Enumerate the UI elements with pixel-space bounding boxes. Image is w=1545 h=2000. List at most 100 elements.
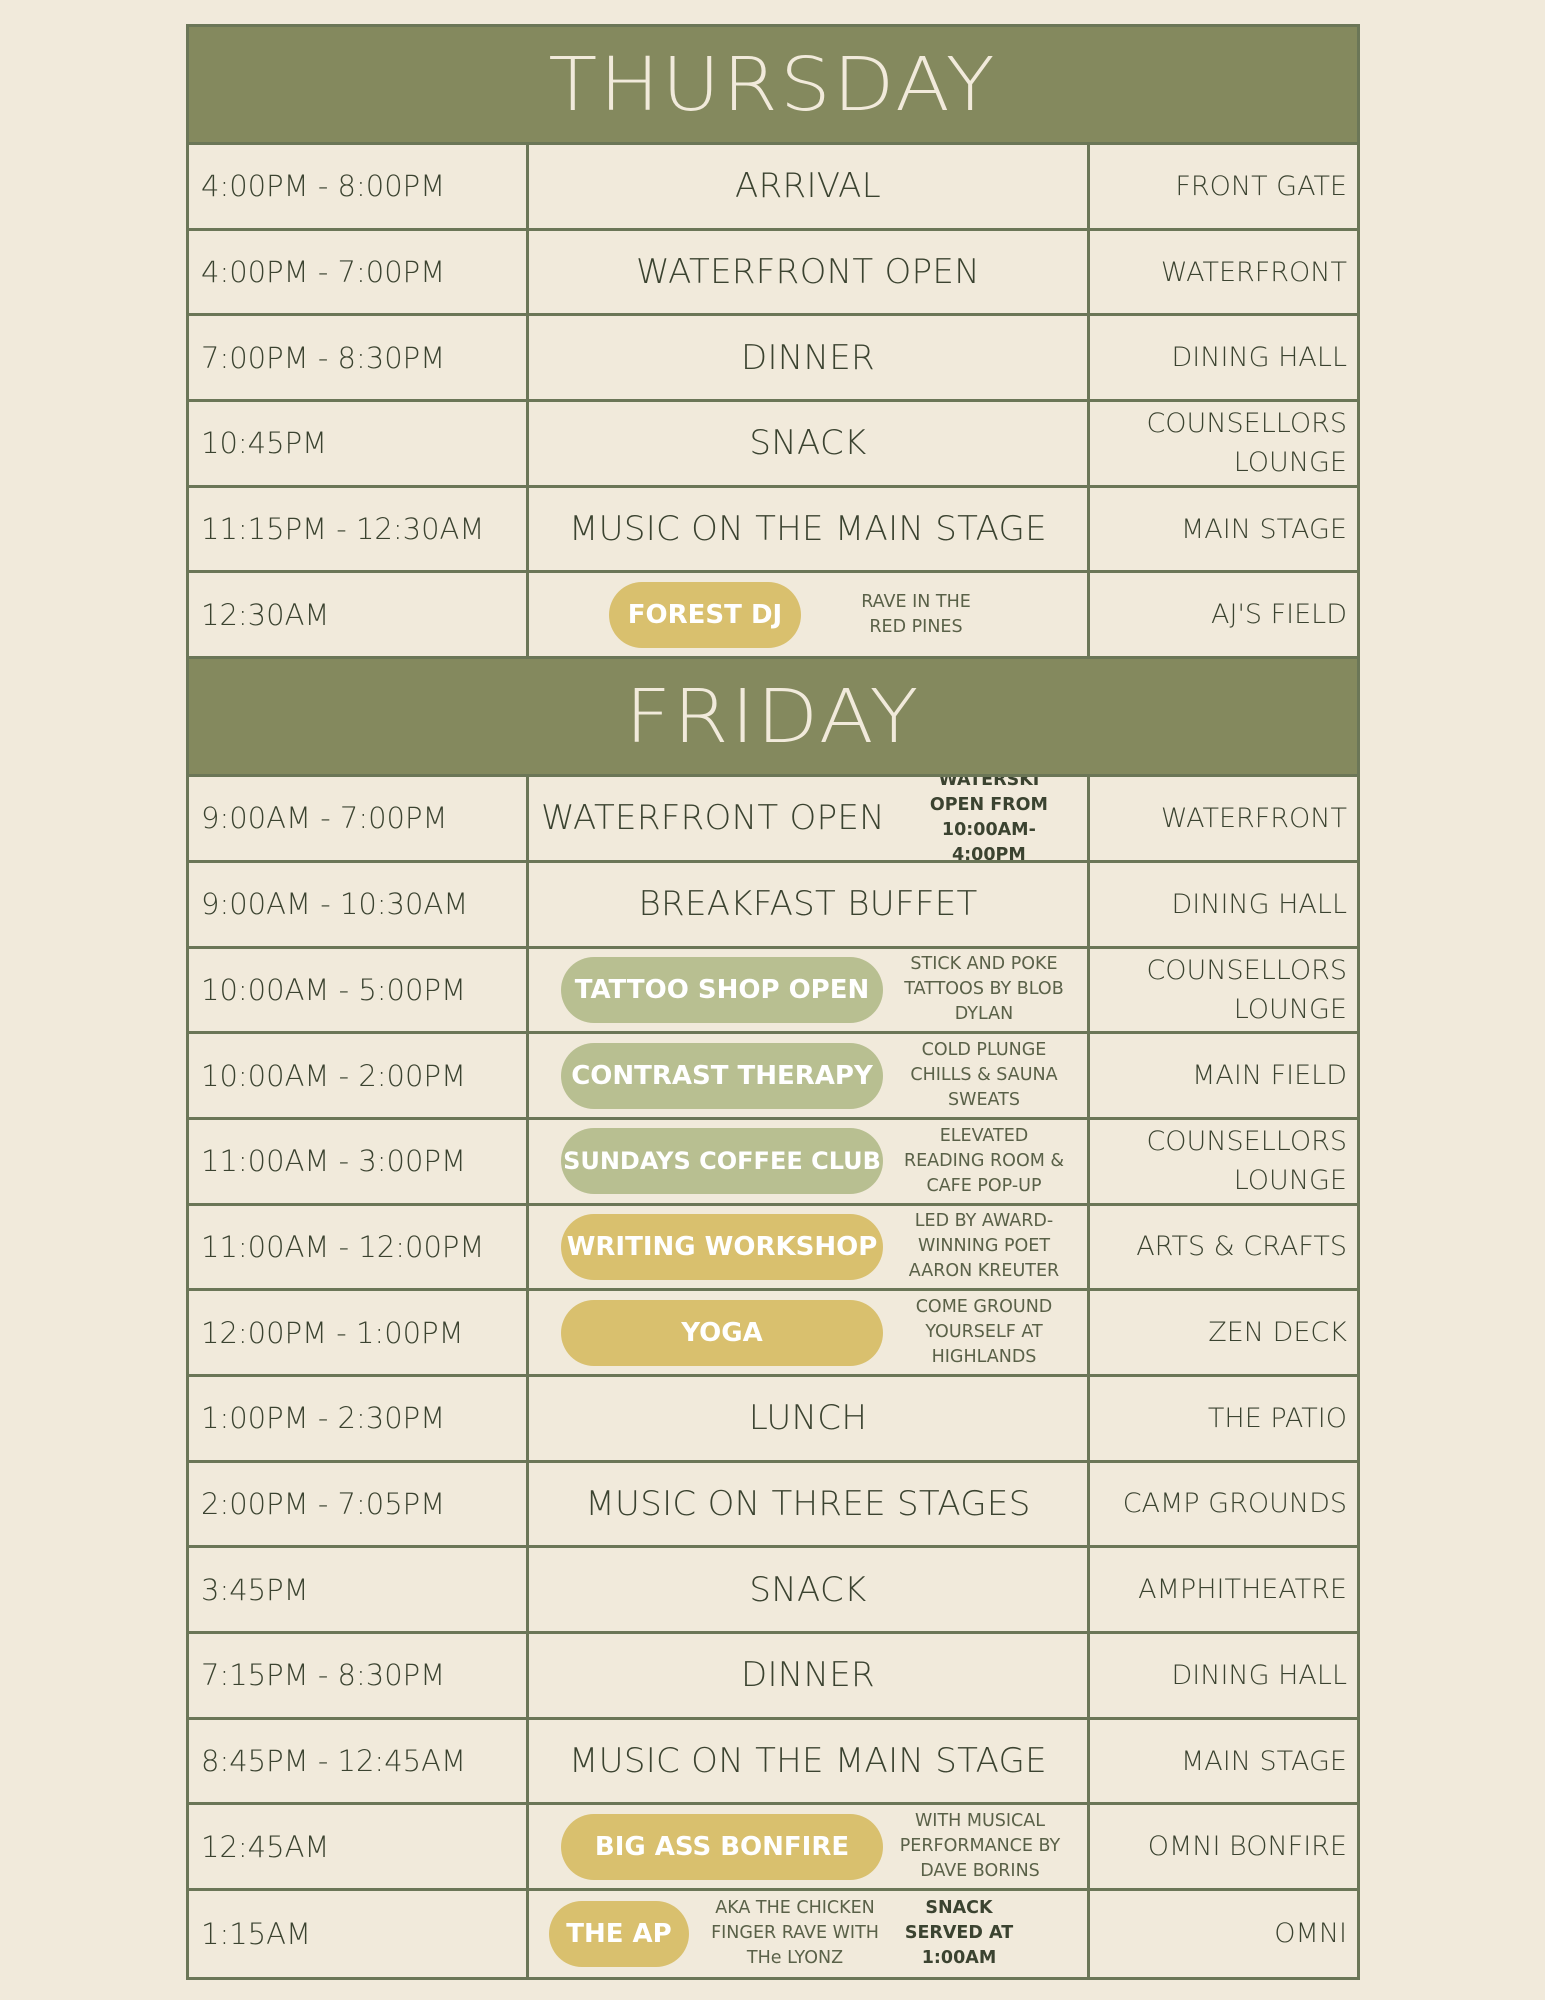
event-note: LED BY AWARD-WINNING POET AARON KREUTER (908, 1211, 1060, 1282)
location-cell: OMNI (1274, 1918, 1347, 1950)
location-cell: OMNI BONFIRE (1147, 1831, 1347, 1863)
event-name: MUSIC ON THE MAIN STAGE (569, 1741, 1047, 1782)
location-cell: COUNSELLORS LOUNGE (1090, 1120, 1357, 1203)
location-cell: DINING HALL (1171, 1659, 1347, 1691)
location-cell: WATERFRONT (1160, 256, 1347, 288)
location-cell: MAIN FIELD (1192, 1060, 1347, 1092)
time-cell: 2:00PM - 7:05PM (189, 1462, 529, 1546)
event-pill: SUNDAYS COFFEE CLUB (561, 1128, 883, 1195)
event-pill: YOGA (561, 1299, 883, 1366)
event-cell: THE AP AKA THE CHICKEN FINGER RAVE WITH … (529, 1891, 1090, 1977)
schedule-row: 1:15AM THE AP AKA THE CHICKEN FINGER RAV… (189, 1891, 1357, 1977)
schedule-row: 12:30AM FOREST DJ RAVE IN THE RED PINES … (189, 573, 1357, 660)
location-cell: COUNSELLORS LOUNGE (1090, 402, 1357, 485)
schedule-row: 11:00AM - 12:00PM WRITING WORKSHOP LED B… (189, 1205, 1357, 1292)
schedule-row: 1:00PM - 2:30PM LUNCH THE PATIO (189, 1376, 1357, 1463)
event-cell: BIG ASS BONFIRE WITH MUSICAL PERFORMANCE… (529, 1805, 1090, 1889)
event-name: SNACK (749, 423, 867, 464)
time-cell: 11:00AM - 12:00PM (189, 1205, 529, 1289)
event-note: COLD PLUNGE CHILLS & SAUNA SWEATS (910, 1040, 1058, 1111)
event-name: DINNER (741, 337, 875, 378)
time-cell: 10:45PM (189, 402, 529, 485)
time-cell: 4:00PM - 8:00PM (189, 145, 529, 228)
location-cell: COUNSELLORS LOUNGE (1090, 949, 1357, 1032)
event-note: ELEVATED READING ROOM & CAFE POP-UP (903, 1125, 1065, 1196)
time-cell: 11:15PM - 12:30AM (189, 487, 529, 571)
event-cell: SUNDAYS COFFEE CLUB ELEVATED READING ROO… (529, 1119, 1090, 1203)
event-note: COME GROUND YOURSELF AT HIGHLANDS (915, 1297, 1053, 1368)
event-cell: ARRIVAL (529, 145, 1090, 228)
schedule-row: 11:00AM - 3:00PM SUNDAYS COFFEE CLUB ELE… (189, 1119, 1357, 1206)
event-cell: FOREST DJ RAVE IN THE RED PINES (529, 573, 1090, 657)
schedule-row: 2:00PM - 7:05PM MUSIC ON THREE STAGES CA… (189, 1462, 1357, 1549)
location-cell: WATERFRONT (1160, 802, 1347, 834)
location-cell: MAIN STAGE (1180, 513, 1347, 545)
schedule-table: THURSDAY 4:00PM - 8:00PM ARRIVAL FRONT G… (186, 24, 1360, 1980)
event-cell: SNACK (529, 1548, 1090, 1631)
event-name: ARRIVAL (735, 166, 881, 207)
location-cell: ZEN DECK (1208, 1317, 1347, 1349)
schedule-row: 7:15PM - 8:30PM DINNER DINING HALL (189, 1634, 1357, 1720)
time-cell: 7:00PM - 8:30PM (189, 316, 529, 400)
event-name: MUSIC ON THREE STAGES (585, 1483, 1031, 1524)
event-cell: DINNER (529, 1634, 1090, 1717)
schedule-row: 12:45AM BIG ASS BONFIRE WITH MUSICAL PER… (189, 1805, 1357, 1892)
day-title: FRIDAY (625, 673, 921, 760)
event-note: STICK AND POKE TATTOOS BY BLOB DYLAN (904, 954, 1064, 1025)
event-cell: WATERFRONT OPEN (529, 230, 1090, 314)
time-cell: 11:00AM - 3:00PM (189, 1119, 529, 1203)
location-cell: AMPHITHEATRE (1138, 1574, 1347, 1606)
time-cell: 1:00PM - 2:30PM (189, 1376, 529, 1460)
schedule-row: 4:00PM - 8:00PM ARRIVAL FRONT GATE (189, 145, 1357, 231)
event-cell: LUNCH (529, 1376, 1090, 1460)
time-cell: 12:30AM (189, 573, 529, 657)
event-pill: CONTRAST THERAPY (561, 1042, 883, 1109)
event-cell: WRITING WORKSHOP LED BY AWARD-WINNING PO… (529, 1205, 1090, 1289)
time-cell: 9:00AM - 10:30AM (189, 862, 529, 946)
event-pill: THE AP (549, 1900, 689, 1967)
event-cell: SNACK (529, 402, 1090, 485)
time-cell: 10:00AM - 5:00PM (189, 948, 529, 1032)
location-text: COUNSELLORS LOUNGE (1146, 1126, 1347, 1197)
event-cell: MUSIC ON THE MAIN STAGE (529, 487, 1090, 571)
schedule-row: 8:45PM - 12:45AM MUSIC ON THE MAIN STAGE… (189, 1719, 1357, 1806)
event-pill: WRITING WORKSHOP (561, 1213, 883, 1280)
location-cell: MAIN STAGE (1180, 1745, 1347, 1777)
schedule-row: 10:00AM - 5:00PM TATTOO SHOP OPEN STICK … (189, 948, 1357, 1035)
time-cell: 12:00PM - 1:00PM (189, 1291, 529, 1374)
location-cell: DINING HALL (1171, 342, 1347, 374)
time-cell: 1:15AM (189, 1891, 529, 1977)
event-note: RAVE IN THE RED PINES (861, 591, 971, 637)
time-cell: 9:00AM - 7:00PM (189, 777, 529, 860)
event-note: AKA THE CHICKEN FINGER RAVE WITH THe LYO… (711, 1898, 879, 1969)
event-name: WATERFRONT OPEN (636, 252, 980, 293)
time-cell: 7:15PM - 8:30PM (189, 1634, 529, 1717)
time-cell: 8:45PM - 12:45AM (189, 1719, 529, 1803)
location-cell: CAMP GROUNDS (1122, 1488, 1347, 1520)
day-title: THURSDAY (548, 41, 998, 128)
schedule-row: 10:45PM SNACK COUNSELLORS LOUNGE (189, 402, 1357, 488)
schedule-row: 7:00PM - 8:30PM DINNER DINING HALL (189, 316, 1357, 403)
event-name: SNACK (749, 1569, 867, 1610)
schedule-row: 9:00AM - 7:00PM WATERFRONT OPEN WATERSKI… (189, 777, 1357, 863)
event-note: WITH MUSICAL PERFORMANCE BY DAVE BORINS (899, 1811, 1061, 1882)
schedule-row: 10:00AM - 2:00PM CONTRAST THERAPY COLD P… (189, 1034, 1357, 1120)
time-cell: 10:00AM - 2:00PM (189, 1034, 529, 1117)
schedule-row: 3:45PM SNACK AMPHITHEATRE (189, 1548, 1357, 1634)
day-header-friday: FRIDAY (189, 659, 1357, 778)
day-header-thursday: THURSDAY (189, 27, 1357, 145)
schedule-row: 9:00AM - 10:30AM BREAKFAST BUFFET DINING… (189, 862, 1357, 949)
event-name: DINNER (741, 1655, 875, 1696)
event-cell: MUSIC ON THE MAIN STAGE (529, 1719, 1090, 1803)
event-cell: WATERFRONT OPEN WATERSKI OPEN FROM 10:00… (529, 777, 1090, 860)
event-pill: BIG ASS BONFIRE (561, 1813, 883, 1880)
event-name: MUSIC ON THE MAIN STAGE (569, 509, 1047, 550)
location-cell: ARTS & CRAFTS (1136, 1231, 1347, 1263)
event-cell: MUSIC ON THREE STAGES (529, 1462, 1090, 1546)
time-cell: 3:45PM (189, 1548, 529, 1631)
event-cell: BREAKFAST BUFFET (529, 862, 1090, 946)
event-pill: TATTOO SHOP OPEN (561, 956, 883, 1023)
location-cell: FRONT GATE (1175, 170, 1347, 202)
location-text: COUNSELLORS LOUNGE (1146, 408, 1347, 479)
schedule-row: 4:00PM - 7:00PM WATERFRONT OPEN WATERFRO… (189, 230, 1357, 317)
